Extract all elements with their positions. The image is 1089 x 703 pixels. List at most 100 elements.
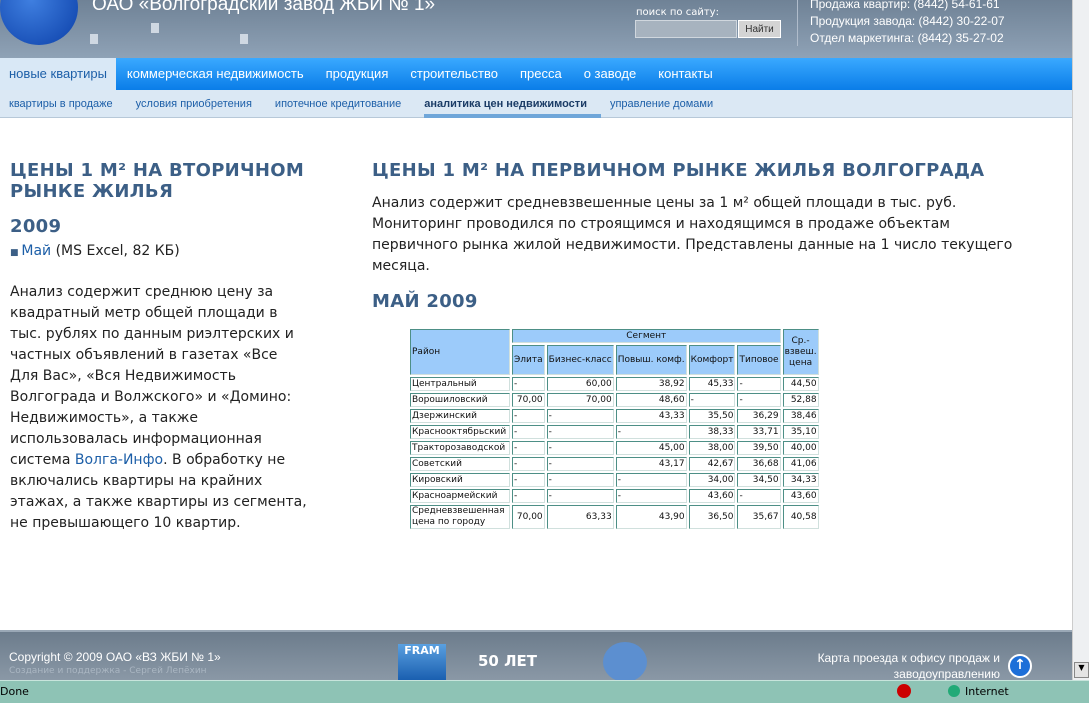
price-cell: -	[512, 377, 545, 391]
table-row: Центральный -60,00 38,92 45,33-44,50	[410, 377, 819, 391]
status-text: Done	[0, 685, 29, 698]
price-cell: 43,60	[688, 489, 736, 503]
price-cell: 38,46	[782, 409, 819, 423]
table-row: Кировский - - -34,00 34,50 34,33	[410, 473, 819, 487]
price-cell: 70,00	[512, 393, 545, 407]
price-cell: 33,71	[737, 425, 781, 439]
price-cell: 34,00	[688, 473, 736, 487]
nav-products[interactable]: продукция	[315, 58, 400, 90]
site-title: ОАО «Волгоградский завод ЖБИ № 1»	[92, 0, 436, 15]
search-label: поиск по сайту:	[636, 7, 719, 18]
search-button[interactable]: Найти	[738, 20, 781, 38]
nav-press[interactable]: пресса	[509, 58, 573, 90]
price-cell: 43,60	[782, 489, 819, 503]
zone-label: Internet	[965, 685, 1009, 698]
price-cell: -	[546, 457, 614, 471]
nav-new-apartments[interactable]: новые квартиры	[0, 58, 116, 90]
district-cell: Советский	[410, 457, 510, 471]
header-segment-col: Элита	[512, 345, 545, 375]
secondary-description: Анализ содержит среднюю цену за квадратн…	[10, 282, 310, 534]
price-cell: 34,50	[737, 473, 781, 487]
subnav-for-sale[interactable]: квартиры в продаже	[9, 90, 127, 118]
vertical-scrollbar[interactable]: ▼	[1072, 0, 1089, 680]
subnav-terms[interactable]: условия приобретения	[136, 90, 266, 118]
price-cell: 36,68	[737, 457, 781, 471]
price-table: Район Сегмент Ср.-взвеш. цена Элита Бизне…	[408, 327, 821, 531]
period-heading: МАЙ 2009	[372, 291, 478, 312]
price-cell: 60,00	[546, 377, 614, 391]
company-logo[interactable]	[0, 0, 78, 45]
price-cell: -	[512, 457, 545, 471]
price-cell: 70,00	[512, 505, 545, 529]
price-cell: 38,00	[688, 441, 736, 455]
price-cell: 63,33	[546, 505, 614, 529]
price-cell: -	[737, 377, 781, 391]
anniversary-logo[interactable]: 50 ЛЕТ	[478, 652, 537, 670]
primary-description: Анализ содержит средневзвешенные цены за…	[372, 195, 1013, 274]
price-cell: 42,67	[688, 457, 736, 471]
desc-text: Анализ содержит среднюю цену за квадратн…	[10, 284, 294, 468]
header-district: Район	[410, 329, 510, 375]
header-segment-col: Комфорт	[688, 345, 736, 375]
header-segment: Сегмент	[512, 329, 781, 343]
district-cell: Тракторозаводской	[410, 441, 510, 455]
support-credit: Создание и поддержка - Сергей Лепёхин	[9, 666, 207, 676]
price-cell: 45,33	[688, 377, 736, 391]
price-cell: 70,00	[546, 393, 614, 407]
subnav-mortgage[interactable]: ипотечное кредитование	[275, 90, 415, 118]
decor-square	[151, 23, 159, 33]
table-row: Советский - -43,17 42,67 36,68 41,06	[410, 457, 819, 471]
sub-nav: квартиры в продаже условия приобретения …	[0, 90, 1072, 118]
arrow-up-icon[interactable]: ↑	[1008, 654, 1032, 678]
table-row: Ворошиловский 70,00 70,00 48,60- -52,88	[410, 393, 819, 407]
price-cell: 45,00	[615, 441, 687, 455]
district-cell: Средневзвешенная цена по городу	[410, 505, 510, 529]
header-segment-col: Типовое	[737, 345, 781, 375]
subnav-analytics[interactable]: аналитика цен недвижимости	[424, 90, 601, 118]
nav-contacts[interactable]: контакты	[647, 58, 723, 90]
price-cell: -	[615, 425, 687, 439]
price-cell: -	[512, 441, 545, 455]
map-link[interactable]: Карта проезда к офису продаж и заводоупр…	[800, 650, 1000, 682]
blocked-icon	[897, 684, 911, 698]
price-cell: 52,88	[782, 393, 819, 407]
header-segment-col: Бизнес-класс	[546, 345, 614, 375]
search-input[interactable]	[635, 20, 737, 38]
price-cell: -	[512, 473, 545, 487]
price-cell: -	[546, 409, 614, 423]
price-cell: 44,50	[782, 377, 819, 391]
secondary-title: ЦЕНЫ 1 М² НА ВТОРИЧНОМ РЫНКЕ ЖИЛЬЯ	[10, 160, 305, 202]
file-link-may[interactable]: Май	[21, 243, 51, 259]
price-cell: -	[737, 489, 781, 503]
site-header: ОАО «Волгоградский завод ЖБИ № 1» поиск …	[0, 0, 1072, 58]
price-cell: -	[512, 425, 545, 439]
price-cell: 41,06	[782, 457, 819, 471]
price-cell: -	[615, 489, 687, 503]
status-bar: Done Internet	[0, 680, 1089, 703]
contact-marketing: Отдел маркетинга: (8442) 35-27-02	[810, 31, 1004, 45]
table-row: Тракторозаводской - -45,00 38,00 39,50 40,00	[410, 441, 819, 455]
price-cell: -	[546, 441, 614, 455]
scroll-down-icon[interactable]: ▼	[1074, 662, 1089, 678]
price-cell: -	[615, 473, 687, 487]
price-cell: 35,10	[782, 425, 819, 439]
copyright: Copyright © 2009 ОАО «ВЗ ЖБИ № 1»	[9, 650, 221, 664]
subnav-management[interactable]: управление домами	[610, 90, 727, 118]
district-cell: Дзержинский	[410, 409, 510, 423]
price-cell: -	[512, 409, 545, 423]
nav-commercial[interactable]: коммерческая недвижимость	[116, 58, 315, 90]
nav-construction[interactable]: строительство	[399, 58, 509, 90]
volga-info-link[interactable]: Волга-Инфо	[75, 452, 163, 468]
price-cell: -	[737, 393, 781, 407]
price-cell: 39,50	[737, 441, 781, 455]
price-cell: -	[688, 393, 736, 407]
price-cell: 36,50	[688, 505, 736, 529]
price-cell: 48,60	[615, 393, 687, 407]
exhibition-logo[interactable]	[603, 642, 647, 682]
price-cell: 38,33	[688, 425, 736, 439]
nav-about[interactable]: о заводе	[573, 58, 648, 90]
fram-logo[interactable]: FRAM	[398, 644, 446, 680]
price-cell: 43,33	[615, 409, 687, 423]
district-cell: Кировский	[410, 473, 510, 487]
district-cell: Краснооктябрьский	[410, 425, 510, 439]
